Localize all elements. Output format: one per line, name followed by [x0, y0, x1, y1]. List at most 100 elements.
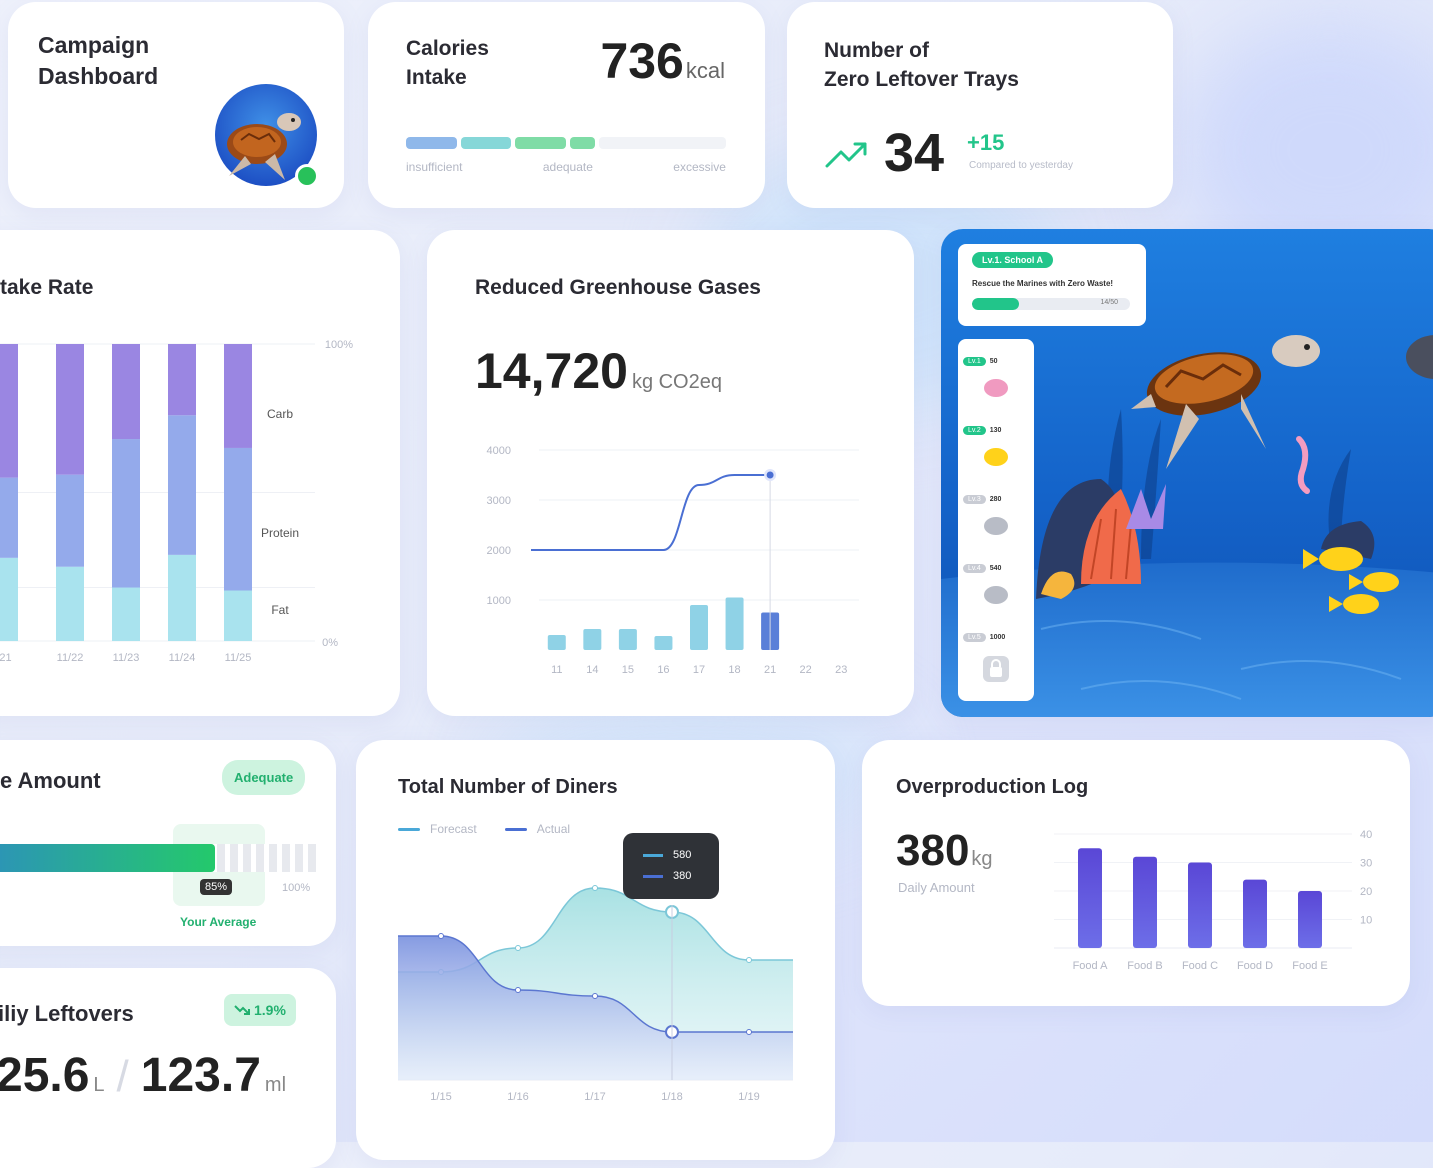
seal-icon	[984, 586, 1008, 604]
amount-percent-tag: 85%	[200, 879, 233, 895]
x-tick-label: 21	[764, 664, 776, 676]
data-point	[515, 945, 521, 951]
bar-carb	[168, 344, 196, 416]
level-item[interactable]: Lv.2 130	[963, 426, 1001, 435]
lock-icon	[983, 656, 1009, 682]
amount-card: e Amount Adequate 85% 100% Your Average	[0, 740, 336, 946]
level-item[interactable]: Lv.4 540	[963, 564, 1001, 573]
overprod-bar	[1078, 848, 1102, 948]
x-tick-label: 18	[728, 664, 740, 676]
bar-fat	[168, 554, 196, 641]
x-tick-label: Food A	[1073, 960, 1109, 972]
ghg-marker	[766, 471, 774, 479]
leftovers-change-badge: 1.9%	[224, 994, 296, 1026]
leftovers-value-liters: 25.6	[0, 1049, 90, 1102]
level-target: 130	[989, 427, 1002, 434]
x-tick-label: Food B	[1127, 960, 1162, 972]
mission-text: Rescue the Marines with Zero Waste!	[972, 279, 1114, 288]
y-tick-label: 2000	[487, 545, 511, 557]
ghg-bar	[547, 635, 566, 650]
trays-value: 34	[884, 123, 945, 183]
level-tag: Lv.1	[963, 357, 986, 366]
intake-rate-card: take Rate /2111/2211/2311/2411/25 100% 0…	[0, 230, 400, 716]
level-item[interactable]: Lv.1 50	[963, 357, 998, 366]
gauge-label-low: insufficient	[406, 160, 463, 174]
bar-protein	[112, 439, 140, 588]
leftovers-unit-ml: ml	[264, 1074, 287, 1096]
x-tick-label: Food C	[1182, 960, 1218, 972]
bar-carb	[56, 344, 84, 475]
ghg-card: Reduced Greenhouse Gases 14,720 kg CO2eq…	[427, 230, 914, 716]
trays-delta-note: Compared to yesterday	[969, 160, 1073, 171]
overprod-bar	[1243, 879, 1267, 948]
seahorse-icon	[984, 379, 1008, 397]
mission-panel: Lv.1. School A Rescue the Marines with Z…	[958, 244, 1146, 326]
level-item[interactable]: Lv.5 1000	[963, 633, 1005, 642]
ghg-chart: 4000 3000 2000 1000 11 14 15 16 17 18 21 22 23	[487, 445, 859, 676]
leftovers-card: iliy Leftovers 1.9% 25.6 L / 123.7 ml	[0, 968, 336, 1168]
segment-label-fat: Fat	[271, 603, 289, 617]
x-tick-label: 1/17	[584, 1091, 605, 1103]
y-tick-label: 1000	[487, 595, 511, 607]
x-tick-label: /21	[0, 652, 12, 664]
trays-card: Number of Zero Leftover Trays 34 +15 Com…	[787, 2, 1173, 208]
overprod-bar	[1188, 862, 1212, 948]
x-tick-label: 11/23	[113, 652, 140, 664]
data-point	[746, 957, 752, 963]
calories-card: Calories Intake 736 kcal insufficient ad…	[368, 2, 765, 208]
bar-carb	[224, 344, 252, 448]
bar-protein	[224, 447, 252, 591]
turtle-icon	[984, 517, 1008, 535]
mission-progress: 14/50	[972, 298, 1130, 310]
fish-icon	[984, 448, 1008, 466]
x-tick-label: 1/15	[430, 1091, 451, 1103]
calories-gauge	[406, 137, 727, 149]
trend-down-icon	[234, 1005, 250, 1015]
ghg-bar	[583, 629, 602, 650]
level-target: 280	[989, 496, 1002, 503]
bar-protein	[168, 415, 196, 555]
overprod-bar	[1133, 856, 1157, 948]
overprod-card: Overproduction Log 380 kg Daily Amount 4…	[862, 740, 1410, 1006]
trays-delta: +15	[967, 130, 1005, 155]
x-tick-label: 11/22	[57, 652, 84, 664]
level-item[interactable]: Lv.3 280	[963, 495, 1001, 504]
x-tick-label: 1/16	[507, 1091, 528, 1103]
diners-chart: 1/15 1/16 1/17 1/18 1/19	[398, 885, 793, 1103]
ghg-bar	[725, 597, 744, 650]
leftovers-unit-liters: L	[93, 1074, 105, 1096]
gauge-label-high: excessive	[673, 160, 726, 174]
tooltip-actual-swatch	[643, 874, 663, 878]
game-card[interactable]: Lv.1. School A Rescue the Marines with Z…	[941, 229, 1433, 717]
bar-fat	[0, 557, 18, 641]
x-tick-label: 11	[551, 664, 562, 676]
level-panel: Lv.1 50 Lv.2 130 Lv.3 280 Lv.4 540 Lv.5 1000	[958, 339, 1034, 701]
level-target: 1000	[989, 634, 1006, 641]
y-axis-bottom-label: 0%	[322, 637, 338, 649]
avatar[interactable]	[215, 84, 319, 188]
ghg-bar	[654, 636, 673, 650]
level-tag: Lv.5	[963, 633, 986, 642]
calories-value: 736	[600, 33, 684, 89]
campaign-title: Campaign Dashboard	[38, 32, 159, 89]
overprod-bar	[1298, 891, 1322, 948]
bar-fat	[112, 587, 140, 641]
y-tick-label: 3000	[487, 495, 511, 507]
amount-max-label: 100%	[282, 882, 311, 894]
y-tick-label: 30	[1360, 858, 1372, 870]
tooltip-actual-value: 380	[673, 870, 692, 882]
ghg-bar	[618, 629, 637, 650]
y-tick-label: 40	[1360, 829, 1372, 841]
bar-protein	[0, 477, 18, 558]
calories-title: Calories Intake	[406, 37, 489, 89]
x-tick-label: 11/24	[169, 652, 196, 664]
level-tag: Lv.3	[963, 495, 986, 504]
x-tick-label: Food D	[1237, 960, 1273, 972]
amount-note: Your Average	[180, 915, 257, 929]
bar-protein	[56, 474, 84, 567]
mission-progress-label: 14/50	[1100, 299, 1118, 306]
y-axis-top-label: 100%	[325, 339, 353, 351]
x-tick-label: 23	[835, 664, 847, 676]
calories-unit: kcal	[685, 58, 725, 83]
level-tag: Lv.4	[963, 564, 986, 573]
